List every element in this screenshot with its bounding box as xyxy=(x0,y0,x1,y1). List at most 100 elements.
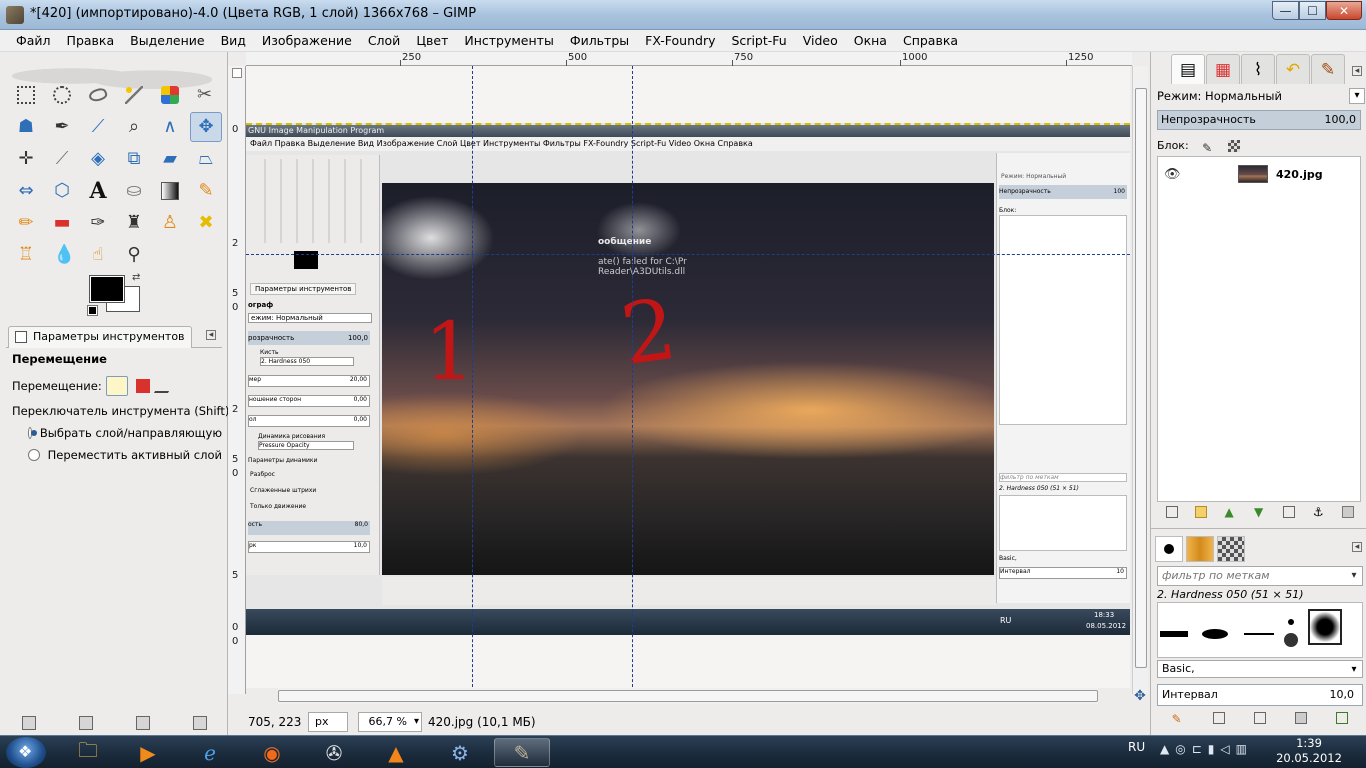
menu-video[interactable]: Video xyxy=(795,33,846,48)
new-layer-icon[interactable] xyxy=(1165,506,1178,518)
tab-channels[interactable]: ▦ xyxy=(1206,54,1240,84)
duplicate-layer-icon[interactable] xyxy=(1283,506,1296,518)
menu-select[interactable]: Выделение xyxy=(122,33,212,48)
crop-tool[interactable]: ⟋ xyxy=(46,144,78,174)
shear-tool[interactable]: ▰ xyxy=(154,144,186,174)
ellipse-select-tool[interactable] xyxy=(46,80,78,110)
rotate-tool[interactable]: ◈ xyxy=(82,144,114,174)
save-options-icon[interactable] xyxy=(21,716,36,730)
taskbar-firefox[interactable]: ◉ xyxy=(244,738,300,767)
tab-patterns[interactable] xyxy=(1186,536,1214,562)
edit-brush-icon[interactable]: ✎ xyxy=(1172,712,1184,726)
move-layer-mode-button[interactable] xyxy=(105,376,128,396)
raise-layer-icon[interactable]: ▲ xyxy=(1225,506,1237,518)
heal-tool[interactable]: ✖ xyxy=(190,208,222,238)
lower-layer-icon[interactable]: ▼ xyxy=(1254,506,1266,518)
vertical-ruler[interactable]: 0 2 5 0 2 5 0 5 0 0 xyxy=(228,66,246,694)
tab-tool-options[interactable]: Параметры инструментов xyxy=(8,326,192,348)
reset-colors-icon[interactable] xyxy=(87,305,98,316)
menu-help[interactable]: Справка xyxy=(895,33,966,48)
menu-view[interactable]: Вид xyxy=(213,33,254,48)
brush-item[interactable] xyxy=(1244,633,1274,635)
minimize-button[interactable]: — xyxy=(1272,1,1299,20)
guide-vertical-left[interactable] xyxy=(472,66,473,688)
airbrush-tool[interactable]: ✑ xyxy=(82,208,114,238)
image-layer-420[interactable]: GNU Image Manipulation Program Файл Прав… xyxy=(246,123,1130,635)
menu-windows[interactable]: Окна xyxy=(846,33,895,48)
tab-undo[interactable]: ↶ xyxy=(1276,54,1310,84)
brush-item[interactable] xyxy=(1202,629,1228,639)
measure-tool[interactable]: ∧ xyxy=(154,112,186,142)
swap-colors-icon[interactable]: ⇄ xyxy=(132,272,140,283)
taskbar-security[interactable]: ⚙ xyxy=(432,738,488,767)
anchor-layer-icon[interactable]: ⚓ xyxy=(1313,506,1325,518)
rect-select-tool[interactable] xyxy=(10,80,42,110)
close-button[interactable]: ✕ xyxy=(1326,1,1362,20)
delete-layer-icon[interactable] xyxy=(1342,506,1355,518)
radio-pick-layer[interactable] xyxy=(28,427,37,439)
quick-mask-toggle[interactable] xyxy=(232,68,242,78)
move-path-mode-button[interactable] xyxy=(153,379,176,393)
paintbrush-tool[interactable]: ✏ xyxy=(10,208,42,238)
horizontal-scroll-thumb[interactable] xyxy=(278,690,1098,702)
blend-tool[interactable] xyxy=(154,176,186,206)
brush-set-dropdown[interactable]: Basic, ▾ xyxy=(1157,660,1363,678)
new-layer-group-icon[interactable] xyxy=(1195,506,1208,518)
eye-icon[interactable]: 👁 xyxy=(1164,167,1181,182)
new-brush-icon[interactable] xyxy=(1212,712,1225,724)
radio-move-active[interactable] xyxy=(28,449,40,461)
radio-pick-layer-row[interactable]: Выбрать слой/направляющую xyxy=(12,426,222,440)
perspective-clone-tool[interactable]: ♖ xyxy=(10,240,42,270)
paths-tool[interactable]: ✒ xyxy=(46,112,78,142)
move-selection-mode-button[interactable] xyxy=(135,379,150,393)
taskbar-gimp[interactable]: ✎ xyxy=(494,738,550,767)
clone-tool[interactable]: ♙ xyxy=(154,208,186,238)
pencil-tool[interactable]: ✎ xyxy=(190,176,222,206)
foreground-select-tool[interactable]: ☗ xyxy=(10,112,42,142)
blur-tool[interactable]: 💧 xyxy=(46,240,78,270)
tray-icons[interactable]: ▲◎⊏▮◁▥ xyxy=(1160,742,1253,756)
duplicate-brush-icon[interactable] xyxy=(1253,712,1266,724)
menu-filters[interactable]: Фильтры xyxy=(562,33,637,48)
brush-item[interactable] xyxy=(1288,619,1294,625)
navigate-icon[interactable]: ✥ xyxy=(1132,688,1148,704)
unit-selector[interactable]: px xyxy=(308,711,348,732)
menu-file[interactable]: Файл xyxy=(8,33,59,48)
dock-tab-menu-icon[interactable]: ◂ xyxy=(1352,66,1362,76)
brush-item-selected[interactable] xyxy=(1308,609,1342,645)
eraser-tool[interactable]: ▬ xyxy=(46,208,78,238)
radio-move-active-row[interactable]: Переместить активный слой xyxy=(12,448,222,462)
tab-paths[interactable]: ⌇ xyxy=(1241,54,1275,84)
lock-pixels-icon[interactable]: ✎ xyxy=(1202,140,1214,155)
move-tool[interactable]: ✥ xyxy=(190,112,222,142)
guide-horizontal[interactable] xyxy=(246,254,1130,255)
image-canvas[interactable]: GNU Image Manipulation Program Файл Прав… xyxy=(246,66,1130,688)
brushes-tab-menu-icon[interactable]: ◂ xyxy=(1352,542,1362,552)
cage-transform-tool[interactable]: ⬡ xyxy=(46,176,78,206)
ink-tool[interactable]: ♜ xyxy=(118,208,150,238)
flip-tool[interactable]: ⇔ xyxy=(10,176,42,206)
free-select-tool[interactable] xyxy=(82,80,114,110)
delete-brush-icon[interactable] xyxy=(1295,712,1308,724)
foreground-color[interactable] xyxy=(89,275,125,303)
horizontal-scrollbar[interactable] xyxy=(278,688,1098,704)
language-indicator[interactable]: RU xyxy=(1128,740,1145,754)
clock[interactable]: 1:39 20.05.2012 xyxy=(1274,736,1344,766)
maximize-button[interactable]: ☐ xyxy=(1299,1,1326,20)
vertical-scroll-thumb[interactable] xyxy=(1135,88,1147,668)
delete-options-icon[interactable] xyxy=(135,716,150,730)
taskbar-vlc[interactable]: ▲ xyxy=(368,738,424,767)
scale-tool[interactable]: ⧉ xyxy=(118,144,150,174)
bucket-fill-tool[interactable]: ⛀ xyxy=(118,176,150,206)
opacity-slider[interactable]: Непрозрачность 100,0 xyxy=(1157,110,1361,130)
zoom-selector[interactable]: 66,7 % xyxy=(358,711,422,732)
tab-gradients[interactable] xyxy=(1217,536,1245,562)
menu-fx-foundry[interactable]: FX-Foundry xyxy=(637,33,723,48)
refresh-brushes-icon[interactable] xyxy=(1336,712,1349,724)
menu-layer[interactable]: Слой xyxy=(360,33,409,48)
menu-script-fu[interactable]: Script-Fu xyxy=(724,33,795,48)
menu-image[interactable]: Изображение xyxy=(254,33,360,48)
restore-options-icon[interactable] xyxy=(78,716,93,730)
guide-vertical-right[interactable] xyxy=(632,66,633,688)
horizontal-ruler[interactable]: 250 500 750 1000 1250 xyxy=(246,52,1132,66)
